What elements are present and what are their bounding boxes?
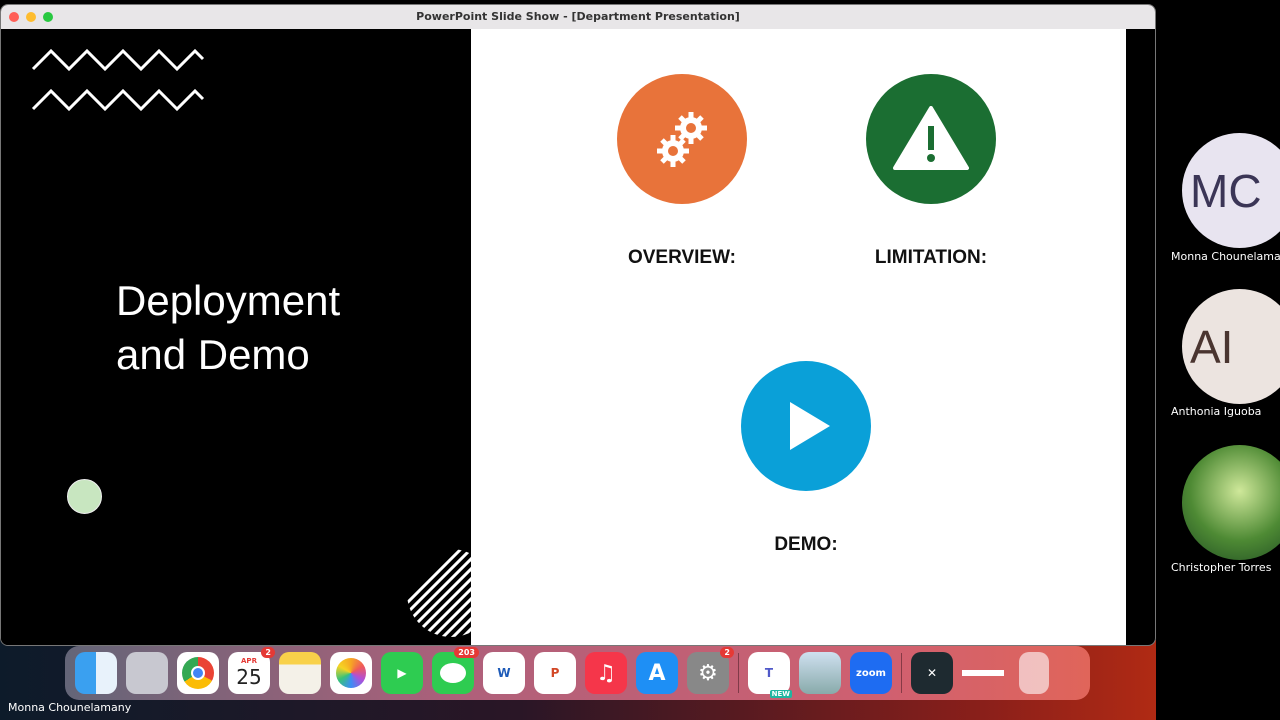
chrome-icon[interactable] [177,652,219,694]
title-line-1: Deployment [116,277,341,324]
launchpad-icon[interactable] [126,652,168,694]
green-circle-decoration [67,479,102,514]
calendar-month: APR [241,657,257,665]
title-bar: PowerPoint Slide Show - [Department Pres… [1,5,1155,29]
participant-name: Anthonia Iguoba [1171,405,1262,418]
finder-icon[interactable] [75,652,117,694]
messages-badge: 203 [454,647,479,658]
window-title: PowerPoint Slide Show - [Department Pres… [416,10,740,23]
limitation-label: LIMITATION: [874,247,988,268]
zoom-icon[interactable]: zoom [850,652,892,694]
preview-icon[interactable] [799,652,841,694]
play-icon[interactable] [741,361,871,491]
calendar-icon[interactable]: APR 25 2 [228,647,275,694]
app-store-icon[interactable]: A [636,652,678,694]
slide-left-panel: Deployment and Demo [1,29,471,645]
title-line-2: and Demo [116,331,310,378]
word-icon[interactable]: W [483,652,525,694]
powerpoint-letter: P [550,666,560,680]
recent-file-icon[interactable] [962,652,1004,694]
slide-right-panel: OVERVIEW: LIMITATION: DEMO: [471,29,1126,645]
teams-icon[interactable]: T NEW [748,652,792,698]
participant-avatar[interactable]: AI [1182,289,1280,404]
powerpoint-icon[interactable]: P [534,652,576,694]
zoom-label: zoom [856,667,886,679]
warning-icon [866,74,996,204]
recent-document-icon[interactable]: ✕ [911,652,953,694]
word-letter: W [497,666,511,680]
participant-avatar-image[interactable] [1182,445,1280,560]
calendar-day: 25 [236,665,262,689]
zigzag-decoration [31,48,205,112]
dock: APR 25 2 ▶ 203 W P ♫ A ⚙ 2 T NEW zoom ✕ [65,646,1090,700]
gears-icon [617,74,747,204]
close-button[interactable] [9,12,19,22]
minimize-button[interactable] [26,12,36,22]
teams-new-badge: NEW [769,690,792,698]
striped-circle-decoration [401,549,471,637]
dock-separator [901,653,902,693]
demo-label: DEMO: [774,534,838,555]
messages-icon[interactable]: 203 [432,647,479,694]
speaker-name-caption: Monna Chounelamany [8,701,132,714]
settings-badge: 2 [720,647,734,658]
overview-label: OVERVIEW: [627,247,737,268]
slide-title: Deployment and Demo [116,274,340,382]
participant-name: Christopher Torres [1171,561,1272,574]
zoom-button[interactable] [43,12,53,22]
calendar-badge: 2 [261,647,275,658]
photos-icon[interactable] [330,652,372,694]
music-icon[interactable]: ♫ [585,652,627,694]
facetime-icon[interactable]: ▶ [381,652,423,694]
slideshow-window: PowerPoint Slide Show - [Department Pres… [0,4,1156,646]
trash-icon[interactable] [1019,652,1049,694]
participant-avatar[interactable]: MC [1182,133,1280,248]
notes-icon[interactable] [279,652,321,694]
participant-name: Monna Chounelamany [1171,250,1280,263]
dock-separator [738,653,739,693]
system-settings-icon[interactable]: ⚙ 2 [687,647,734,694]
